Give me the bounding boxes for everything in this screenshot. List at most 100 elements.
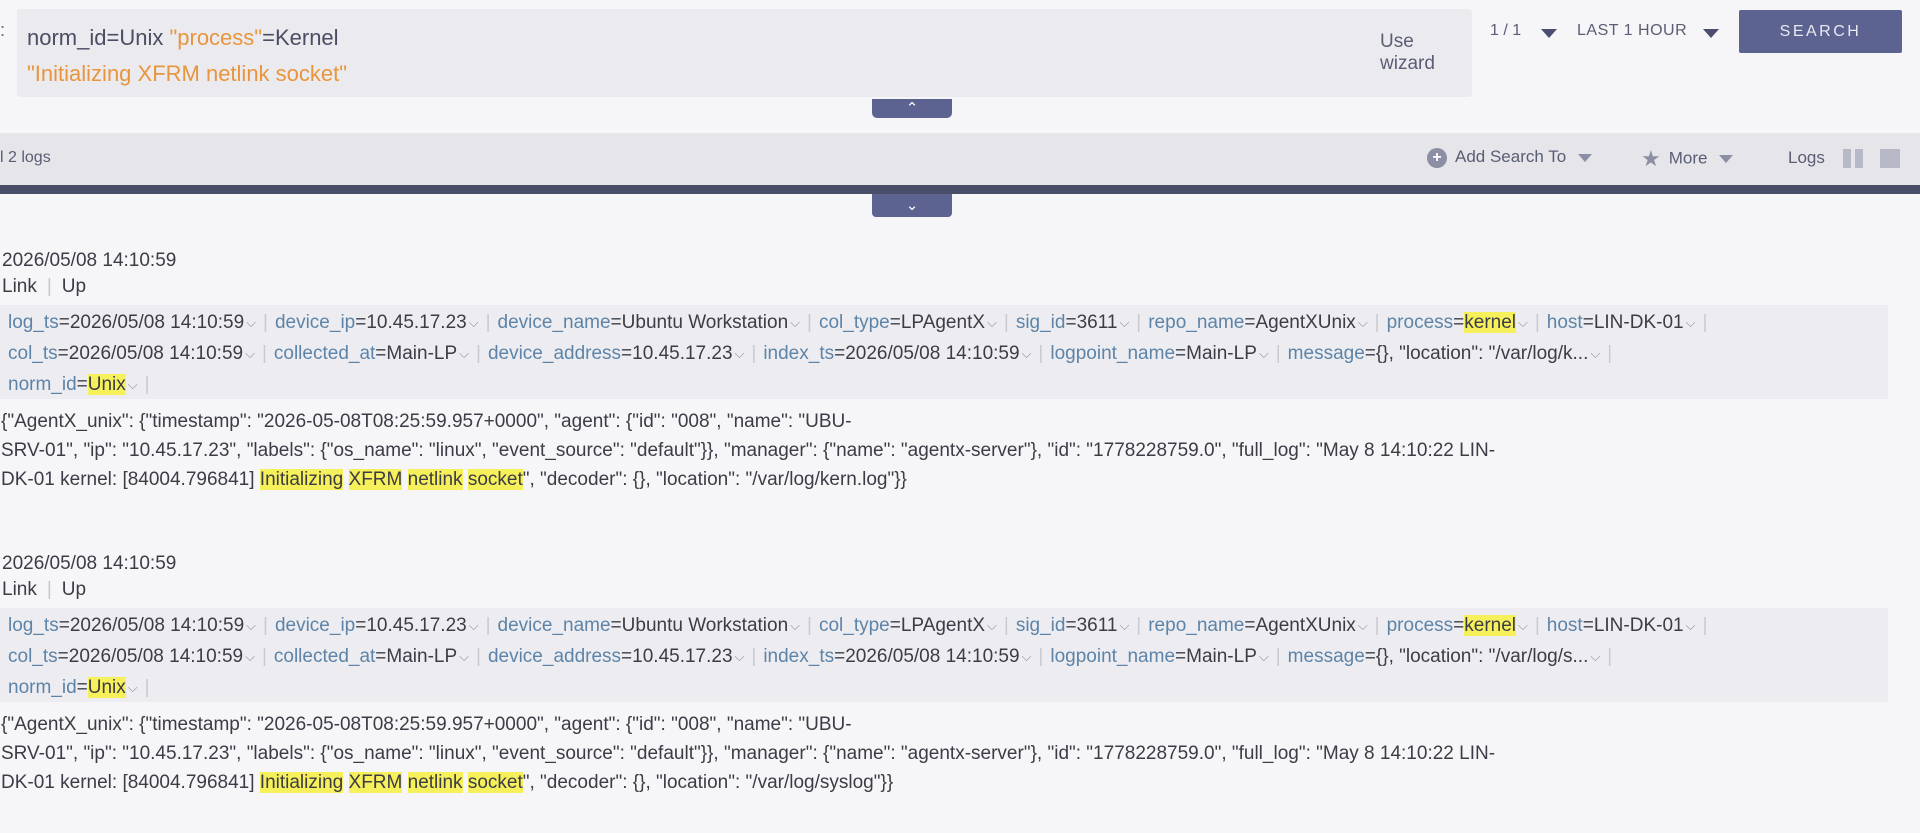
field-host[interactable]: host=LIN-DK-01 ⌵ bbox=[1547, 312, 1696, 334]
chevron-down-icon[interactable]: ⌵ bbox=[1259, 649, 1269, 664]
query-bar: : norm_id=Unix "process"=Kernel "Initial… bbox=[0, 0, 1920, 133]
time-range-dropdown-icon[interactable] bbox=[1703, 29, 1719, 38]
chevron-down-icon[interactable]: ⌵ bbox=[1518, 618, 1528, 633]
field-col-ts[interactable]: col_ts=2026/05/08 14:10:59 ⌵ bbox=[8, 646, 255, 668]
chevron-down-icon[interactable]: ⌵ bbox=[1590, 649, 1600, 664]
chevron-down-icon[interactable]: ⌵ bbox=[469, 315, 479, 330]
field-equals: = bbox=[610, 312, 622, 333]
field-index-ts[interactable]: index_ts=2026/05/08 14:10:59 ⌵ bbox=[763, 343, 1031, 365]
field-sig-id[interactable]: sig_id=3611 ⌵ bbox=[1016, 312, 1129, 334]
field-repo-name[interactable]: repo_name=AgentXUnix ⌵ bbox=[1148, 312, 1367, 334]
chevron-down-icon[interactable]: ⌵ bbox=[735, 649, 745, 664]
up-action[interactable]: Up bbox=[62, 276, 86, 297]
search-query-input[interactable]: norm_id=Unix "process"=Kernel "Initializ… bbox=[17, 9, 1472, 97]
chevron-down-icon[interactable]: ⌵ bbox=[987, 618, 997, 633]
field-key: norm_id bbox=[8, 374, 77, 395]
field-process[interactable]: process=kernel ⌵ bbox=[1387, 312, 1528, 334]
chevron-down-icon[interactable]: ⌵ bbox=[987, 315, 997, 330]
field-device-address[interactable]: device_address=10.45.17.23 ⌵ bbox=[488, 646, 744, 668]
chevron-down-icon[interactable]: ⌵ bbox=[1022, 649, 1032, 664]
chevron-down-icon[interactable]: ⌵ bbox=[1686, 618, 1696, 633]
field-equals: = bbox=[355, 615, 367, 636]
time-range-selector[interactable]: LAST 1 HOUR bbox=[1577, 22, 1687, 40]
chevron-down-icon[interactable]: ⌵ bbox=[1358, 618, 1368, 633]
raw-log-line: DK-01 kernel: [84004.796841] Initializin… bbox=[1, 465, 1495, 494]
field-collected-at[interactable]: collected_at=Main-LP ⌵ bbox=[274, 343, 469, 365]
up-action[interactable]: Up bbox=[62, 579, 86, 600]
use-wizard-link[interactable]: Use wizard bbox=[1380, 31, 1472, 75]
add-search-to-menu[interactable]: + Add Search To bbox=[1427, 147, 1593, 168]
chevron-down-icon[interactable]: ⌵ bbox=[246, 315, 256, 330]
chevron-down-icon[interactable]: ⌵ bbox=[245, 649, 255, 664]
field-device-ip[interactable]: device_ip=10.45.17.23 ⌵ bbox=[275, 615, 479, 637]
pager-dropdown-icon[interactable] bbox=[1541, 29, 1557, 38]
field-host[interactable]: host=LIN-DK-01 ⌵ bbox=[1547, 615, 1696, 637]
full-view-icon[interactable] bbox=[1880, 149, 1900, 168]
field-index-ts[interactable]: index_ts=2026/05/08 14:10:59 ⌵ bbox=[763, 646, 1031, 668]
field-norm-id[interactable]: norm_id=Unix ⌵ bbox=[8, 374, 138, 396]
field-separator: | bbox=[1275, 646, 1281, 667]
split-view-icon[interactable] bbox=[1843, 149, 1863, 168]
search-button[interactable]: SEARCH bbox=[1739, 10, 1902, 53]
field-col-ts[interactable]: col_ts=2026/05/08 14:10:59 ⌵ bbox=[8, 343, 255, 365]
more-menu[interactable]: ★ More bbox=[1641, 146, 1734, 172]
chevron-down-icon[interactable]: ⌵ bbox=[1518, 315, 1528, 330]
chevron-down-icon[interactable]: ⌵ bbox=[1358, 315, 1368, 330]
field-separator: | bbox=[1003, 615, 1009, 636]
chevron-down-icon[interactable]: ⌵ bbox=[246, 618, 256, 633]
field-separator: | bbox=[261, 343, 267, 364]
chevron-down-icon[interactable]: ⌵ bbox=[790, 618, 800, 633]
chevron-down-icon[interactable]: ⌵ bbox=[1686, 315, 1696, 330]
expand-results-button[interactable]: ⌄ bbox=[872, 194, 952, 217]
query-quoted-field: "process" bbox=[169, 25, 263, 50]
field-device-address[interactable]: device_address=10.45.17.23 ⌵ bbox=[488, 343, 744, 365]
field-message[interactable]: message={}, "location": "/var/log/k... ⌵ bbox=[1288, 343, 1601, 365]
field-device-name[interactable]: device_name=Ubuntu Workstation ⌵ bbox=[498, 312, 801, 334]
field-log-ts[interactable]: log_ts=2026/05/08 14:10:59 ⌵ bbox=[8, 312, 256, 334]
field-key: repo_name bbox=[1148, 615, 1245, 636]
highlighted-term: Initializing bbox=[259, 469, 344, 490]
chevron-down-icon[interactable]: ⌵ bbox=[790, 315, 800, 330]
chevron-down-icon[interactable]: ⌵ bbox=[245, 346, 255, 361]
chevron-down-icon[interactable]: ⌵ bbox=[735, 346, 745, 361]
chevron-down-icon[interactable]: ⌵ bbox=[459, 346, 469, 361]
link-action[interactable]: Link bbox=[2, 579, 37, 600]
chevron-down-icon[interactable]: ⌵ bbox=[1259, 346, 1269, 361]
field-key: col_type bbox=[818, 615, 890, 636]
field-logpoint-name[interactable]: logpoint_name=Main-LP ⌵ bbox=[1050, 343, 1268, 365]
field-norm-id[interactable]: norm_id=Unix ⌵ bbox=[8, 677, 138, 699]
chevron-down-icon[interactable]: ⌵ bbox=[128, 680, 138, 695]
field-value: 10.45.17.23 bbox=[632, 646, 733, 667]
field-collected-at[interactable]: collected_at=Main-LP ⌵ bbox=[274, 646, 469, 668]
chevron-down-icon[interactable]: ⌵ bbox=[128, 377, 138, 392]
field-key: logpoint_name bbox=[1050, 646, 1176, 667]
field-message[interactable]: message={}, "location": "/var/log/s... ⌵ bbox=[1288, 646, 1601, 668]
field-col-type[interactable]: col_type=LPAgentX ⌵ bbox=[819, 312, 997, 334]
field-sig-id[interactable]: sig_id=3611 ⌵ bbox=[1016, 615, 1129, 637]
field-col-type[interactable]: col_type=LPAgentX ⌵ bbox=[819, 615, 997, 637]
chevron-down-icon[interactable]: ⌵ bbox=[1022, 346, 1032, 361]
field-equals: = bbox=[58, 312, 70, 333]
field-separator: | bbox=[485, 615, 491, 636]
field-equals: = bbox=[1065, 615, 1077, 636]
field-device-ip[interactable]: device_ip=10.45.17.23 ⌵ bbox=[275, 312, 479, 334]
field-device-name[interactable]: device_name=Ubuntu Workstation ⌵ bbox=[498, 615, 801, 637]
field-logpoint-name[interactable]: logpoint_name=Main-LP ⌵ bbox=[1050, 646, 1268, 668]
chevron-down-icon[interactable]: ⌵ bbox=[459, 649, 469, 664]
field-separator: | bbox=[144, 374, 150, 395]
field-value: LIN-DK-01 bbox=[1593, 312, 1684, 333]
collapse-query-button[interactable]: ⌃ bbox=[872, 99, 952, 118]
field-process[interactable]: process=kernel ⌵ bbox=[1387, 615, 1528, 637]
repo-pager[interactable]: 1 / 1 bbox=[1490, 22, 1521, 40]
field-separator: | bbox=[1534, 312, 1540, 333]
logs-view-label: Logs bbox=[1788, 148, 1825, 167]
field-separator: | bbox=[1003, 312, 1009, 333]
chevron-down-icon[interactable]: ⌵ bbox=[1119, 315, 1129, 330]
chevron-down-icon[interactable]: ⌵ bbox=[1590, 346, 1600, 361]
field-log-ts[interactable]: log_ts=2026/05/08 14:10:59 ⌵ bbox=[8, 615, 256, 637]
link-action[interactable]: Link bbox=[2, 276, 37, 297]
chevron-down-icon[interactable]: ⌵ bbox=[469, 618, 479, 633]
field-equals: = bbox=[1582, 312, 1594, 333]
field-repo-name[interactable]: repo_name=AgentXUnix ⌵ bbox=[1148, 615, 1367, 637]
chevron-down-icon[interactable]: ⌵ bbox=[1119, 618, 1129, 633]
